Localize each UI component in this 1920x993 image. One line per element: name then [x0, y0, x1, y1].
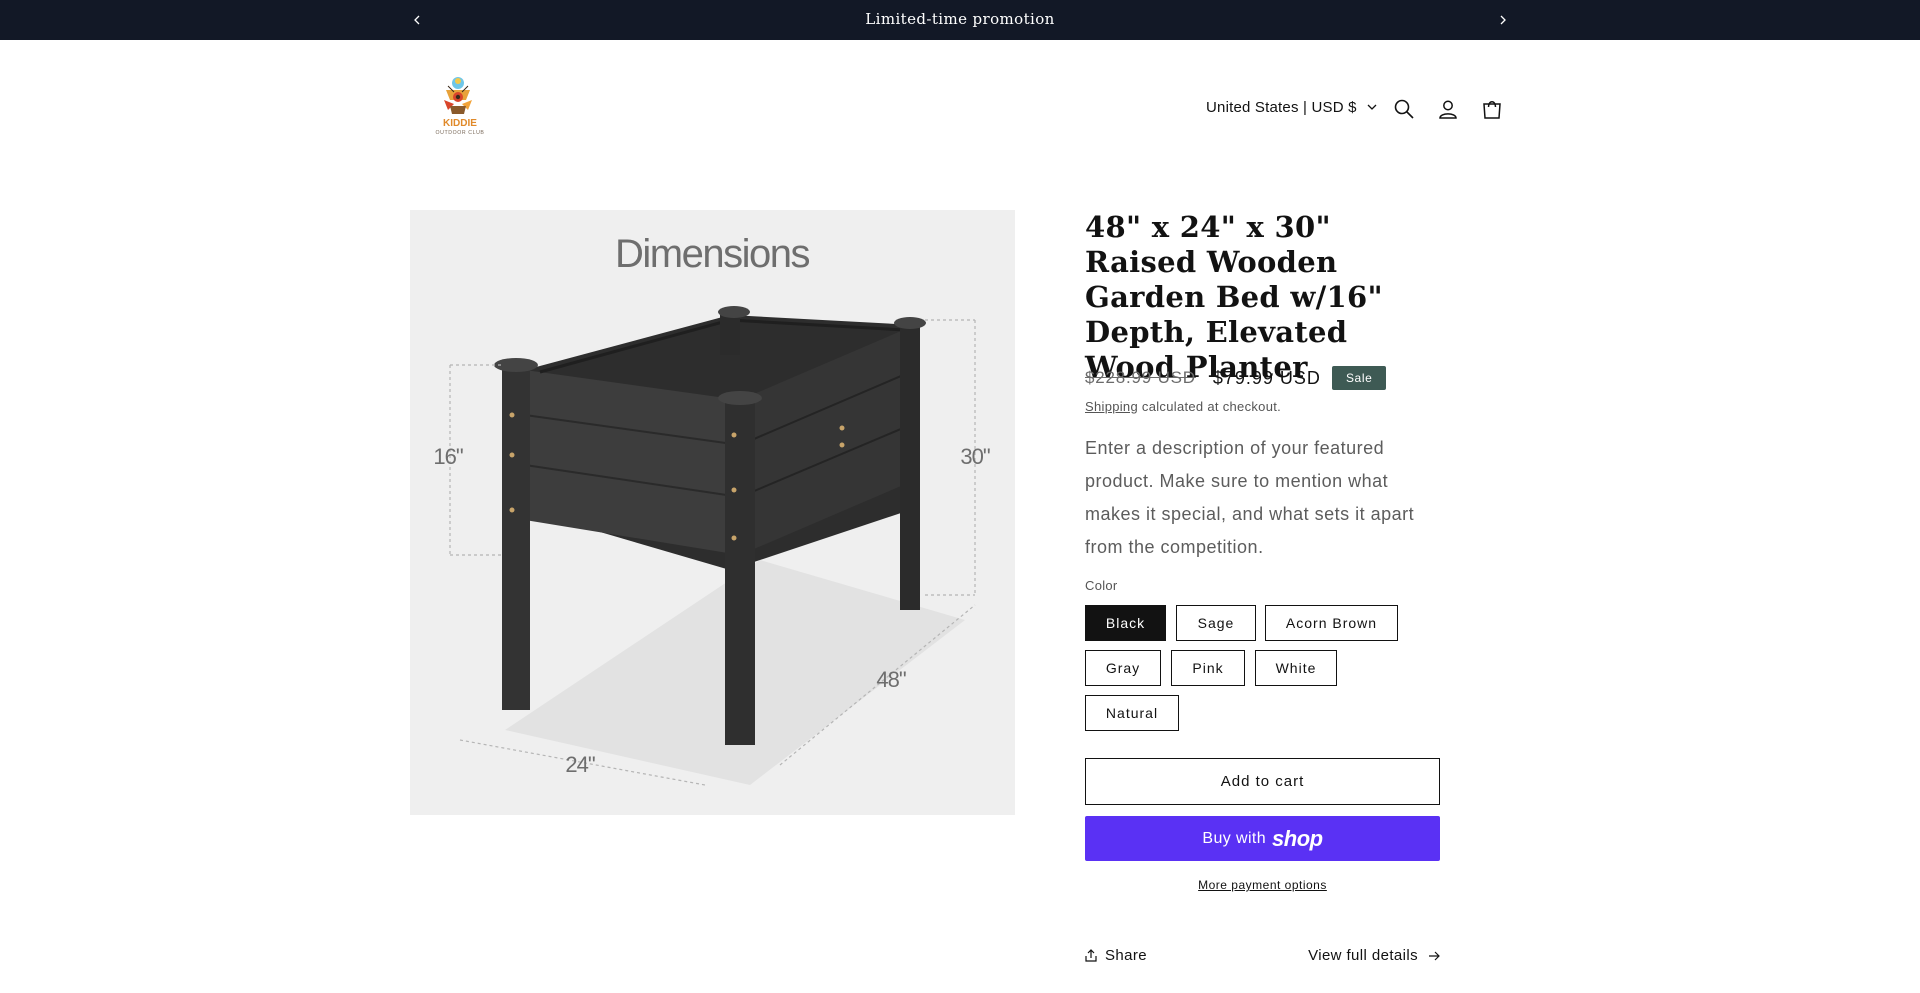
announcement-bar: Limited-time promotion: [0, 0, 1920, 40]
product-info: 48" x 24" x 30" Raised Wooden Garden Bed…: [1085, 210, 1440, 964]
shipping-text: calculated at checkout.: [1138, 399, 1282, 414]
announcement-message: Limited-time promotion: [865, 10, 1055, 28]
image-heading: Dimensions: [615, 232, 809, 276]
color-option-natural[interactable]: Natural: [1085, 695, 1179, 731]
color-option-pink[interactable]: Pink: [1171, 650, 1245, 686]
product-image[interactable]: Dimensions 16" 30" 48" 24": [410, 210, 1015, 815]
shipping-link[interactable]: Shipping: [1085, 399, 1138, 414]
product-description: Enter a description of your featured pro…: [1085, 438, 1415, 557]
color-option-gray[interactable]: Gray: [1085, 650, 1161, 686]
price-row: $228.99 USD $79.99 USD Sale: [1085, 366, 1387, 390]
search-button[interactable]: [1390, 95, 1418, 123]
view-full-details-link[interactable]: View full details: [1308, 947, 1440, 964]
store-logo[interactable]: KIDDIE OUTDOOR CLUB: [418, 70, 502, 146]
garden-bed-illustration: Dimensions 16" 30" 48" 24": [410, 210, 1015, 815]
regular-price: $228.99 USD: [1085, 368, 1196, 387]
announcement-next-button[interactable]: [1493, 10, 1513, 30]
arrow-right-icon: [1429, 951, 1440, 960]
share-label: Share: [1105, 947, 1148, 964]
chevron-down-icon: [1367, 104, 1377, 110]
dimension-16: 16": [433, 444, 462, 469]
cart-icon: [1483, 101, 1501, 119]
shipping-note: Shipping calculated at checkout.: [1085, 399, 1281, 414]
dimension-48: 48": [876, 667, 905, 692]
site-header: KIDDIE OUTDOOR CLUB United States | USD …: [0, 40, 1920, 178]
buy-with-shop-button[interactable]: Buy with shop: [1085, 816, 1440, 861]
chevron-right-icon: [1500, 15, 1506, 25]
logo-image: KIDDIE OUTDOOR CLUB: [436, 77, 485, 136]
color-option-white[interactable]: White: [1255, 650, 1337, 686]
sale-price: $79.99 USD: [1212, 367, 1321, 388]
search-icon: [1394, 99, 1414, 119]
buy-with-label: Buy with: [1202, 829, 1267, 847]
logo-name: KIDDIE: [443, 118, 477, 129]
color-option-acorn-brown[interactable]: Acorn Brown: [1265, 605, 1398, 641]
dimension-24: 24": [565, 752, 594, 777]
shop-pay-logo: shop: [1272, 825, 1323, 851]
account-button[interactable]: [1434, 95, 1462, 123]
color-option-sage[interactable]: Sage: [1176, 605, 1256, 641]
color-label: Color: [1085, 578, 1118, 593]
dimension-30: 30": [960, 444, 989, 469]
color-option-black[interactable]: Black: [1085, 605, 1166, 641]
sale-badge: Sale: [1331, 366, 1387, 390]
cart-button[interactable]: [1478, 95, 1506, 123]
country-selector[interactable]: United States | USD $: [1206, 99, 1377, 116]
share-icon: [1085, 949, 1097, 962]
logo-tagline: OUTDOOR CLUB: [436, 130, 485, 136]
view-full-details-label: View full details: [1308, 947, 1418, 964]
product-title: 48" x 24" x 30" Raised Wooden Garden Bed…: [1085, 210, 1383, 384]
country-selector-label: United States | USD $: [1206, 99, 1357, 116]
share-button[interactable]: Share: [1085, 947, 1147, 964]
more-payment-options-link[interactable]: More payment options: [1085, 878, 1440, 892]
account-icon: [1439, 100, 1457, 119]
add-to-cart-button[interactable]: Add to cart: [1085, 758, 1440, 805]
